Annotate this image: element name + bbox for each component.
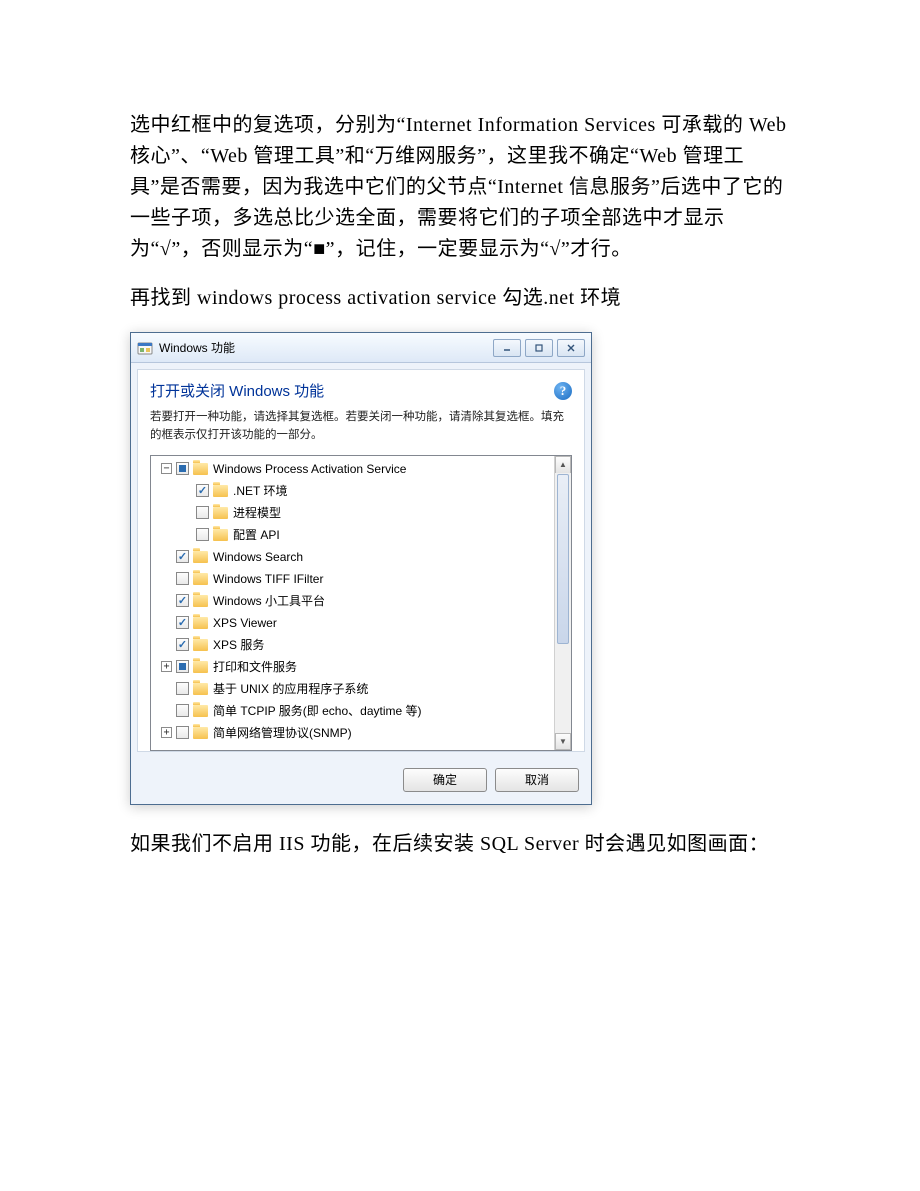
folder-icon	[193, 661, 208, 673]
checkbox[interactable]	[176, 572, 189, 585]
tree-row[interactable]: − Windows Process Activation Service	[151, 458, 571, 480]
maximize-button[interactable]	[525, 339, 553, 357]
tree-item-label: 打印和文件服务	[213, 658, 297, 675]
expander-placeholder	[161, 617, 172, 628]
app-icon	[137, 340, 153, 356]
checkbox[interactable]	[176, 616, 189, 629]
folder-icon	[213, 529, 228, 541]
expander-placeholder	[161, 639, 172, 650]
folder-icon	[193, 573, 208, 585]
folder-icon	[193, 683, 208, 695]
tree-item-label: XPS Viewer	[213, 616, 277, 630]
scroll-down-button[interactable]: ▼	[555, 733, 571, 750]
tree-row[interactable]: + 打印和文件服务	[151, 656, 571, 678]
tree-row[interactable]: 简单 TCPIP 服务(即 echo、daytime 等)	[151, 700, 571, 722]
dialog-heading: 打开或关闭 Windows 功能	[150, 380, 324, 401]
tree-row[interactable]: 配置 API	[151, 524, 571, 546]
paragraph-1: 选中红框中的复选项，分别为“Internet Information Servi…	[130, 110, 790, 265]
folder-icon	[213, 485, 228, 497]
dialog-description: 若要打开一种功能，请选择其复选框。若要关闭一种功能，请清除其复选框。填充的框表示…	[150, 409, 572, 445]
tree-item-label: 基于 UNIX 的应用程序子系统	[213, 680, 368, 697]
tree-item-label: .NET 环境	[233, 482, 287, 499]
expander-placeholder	[181, 485, 192, 496]
checkbox[interactable]	[176, 594, 189, 607]
expander-placeholder	[161, 683, 172, 694]
expand-icon[interactable]: +	[161, 727, 172, 738]
folder-icon	[193, 705, 208, 717]
minimize-button[interactable]	[493, 339, 521, 357]
scrollbar[interactable]: ▲ ▼	[554, 456, 571, 750]
tree-row[interactable]: 基于 UNIX 的应用程序子系统	[151, 678, 571, 700]
folder-icon	[193, 463, 208, 475]
paragraph-2: 再找到 windows process activation service 勾…	[130, 283, 790, 314]
expander-placeholder	[181, 507, 192, 518]
expander-placeholder	[161, 551, 172, 562]
tree-item-label: 简单 TCPIP 服务(即 echo、daytime 等)	[213, 702, 422, 719]
tree-item-label: Windows Process Activation Service	[213, 462, 406, 476]
checkbox[interactable]	[176, 682, 189, 695]
windows-features-dialog: Windows 功能 打开或关闭 Windows 功能 ? 若要打开一种功能，请…	[130, 332, 592, 805]
checkbox[interactable]	[176, 462, 189, 475]
titlebar[interactable]: Windows 功能	[131, 333, 591, 363]
tree-item-label: Windows TIFF IFilter	[213, 572, 323, 586]
help-icon[interactable]: ?	[554, 382, 572, 400]
cancel-button[interactable]: 取消	[495, 768, 579, 792]
tree-row[interactable]: + 简单网络管理协议(SNMP)	[151, 722, 571, 744]
folder-icon	[193, 639, 208, 651]
tree-item-label: 配置 API	[233, 526, 280, 543]
tree-item-label: Windows Search	[213, 550, 303, 564]
folder-icon	[213, 507, 228, 519]
tree-row[interactable]: XPS 服务	[151, 634, 571, 656]
folder-icon	[193, 595, 208, 607]
tree-item-label: 简单网络管理协议(SNMP)	[213, 724, 352, 741]
checkbox[interactable]	[176, 704, 189, 717]
tree-item-label: XPS 服务	[213, 636, 264, 653]
tree-item-label: 进程模型	[233, 504, 281, 521]
folder-icon	[193, 551, 208, 563]
tree-row[interactable]: Windows Search	[151, 546, 571, 568]
tree-row[interactable]: Windows TIFF IFilter	[151, 568, 571, 590]
scroll-up-button[interactable]: ▲	[555, 456, 571, 473]
checkbox[interactable]	[196, 484, 209, 497]
features-tree: − Windows Process Activation Service .NET …	[150, 455, 572, 751]
ok-button[interactable]: 确定	[403, 768, 487, 792]
expander-placeholder	[161, 705, 172, 716]
tree-item-label: Windows 小工具平台	[213, 592, 325, 609]
tree-row[interactable]: .NET 环境	[151, 480, 571, 502]
expander-placeholder	[161, 595, 172, 606]
tree-row[interactable]: 进程模型	[151, 502, 571, 524]
checkbox[interactable]	[176, 726, 189, 739]
checkbox[interactable]	[176, 550, 189, 563]
paragraph-3: 如果我们不启用 IIS 功能，在后续安装 SQL Server 时会遇见如图画面…	[130, 829, 790, 860]
expander-placeholder	[161, 573, 172, 584]
window-title: Windows 功能	[159, 339, 493, 356]
tree-row[interactable]: XPS Viewer	[151, 612, 571, 634]
expander-placeholder	[181, 529, 192, 540]
close-button[interactable]	[557, 339, 585, 357]
expand-icon[interactable]: +	[161, 661, 172, 672]
checkbox[interactable]	[196, 528, 209, 541]
scroll-thumb[interactable]	[557, 474, 569, 644]
checkbox[interactable]	[196, 506, 209, 519]
tree-row[interactable]: Windows 小工具平台	[151, 590, 571, 612]
folder-icon	[193, 727, 208, 739]
collapse-icon[interactable]: −	[161, 463, 172, 474]
folder-icon	[193, 617, 208, 629]
checkbox[interactable]	[176, 660, 189, 673]
checkbox[interactable]	[176, 638, 189, 651]
